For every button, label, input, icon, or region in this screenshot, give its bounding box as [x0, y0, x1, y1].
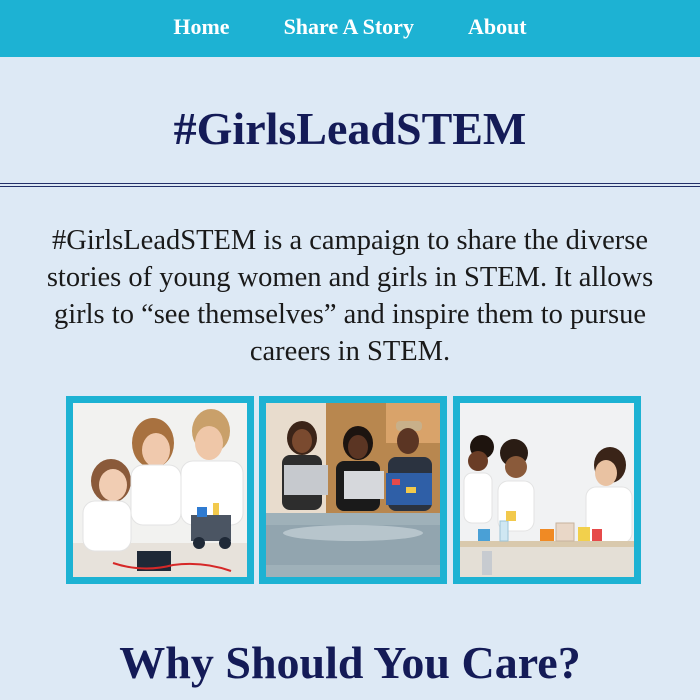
chemistry-photo — [453, 396, 641, 584]
intro-paragraph: #GirlsLeadSTEM is a campaign to share th… — [46, 225, 654, 367]
chemistry-photo-image — [460, 403, 634, 577]
top-navigation-bar: Home Share A Story About — [0, 0, 700, 57]
robotics-photo-image — [73, 403, 247, 577]
nav-link-about[interactable]: About — [468, 15, 527, 42]
page-title: #GirlsLeadSTEM — [173, 103, 527, 154]
laptops-photo-image — [266, 403, 440, 577]
title-divider — [0, 183, 700, 187]
nav-link-home[interactable]: Home — [173, 15, 229, 42]
nav-link-share-a-story[interactable]: Share A Story — [284, 15, 414, 42]
section-heading-why-care: Why Should You Care? — [119, 637, 581, 688]
laptops-photo — [259, 396, 447, 584]
robotics-photo — [66, 396, 254, 584]
